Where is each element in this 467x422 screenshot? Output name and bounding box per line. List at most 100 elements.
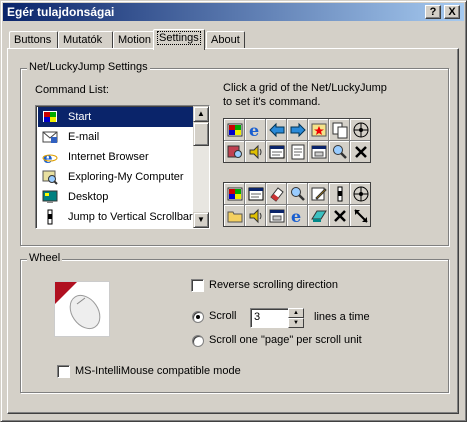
- ie-icon: e: [42, 149, 58, 167]
- spin-up-button[interactable]: ▲: [288, 308, 304, 318]
- list-item-start[interactable]: Start: [38, 107, 193, 127]
- tab-mutatok[interactable]: Mutatók: [58, 31, 113, 49]
- grid-cell[interactable]: [287, 119, 307, 140]
- grid-cell[interactable]: [245, 141, 265, 162]
- grid-cell[interactable]: [350, 183, 370, 204]
- grid-cell[interactable]: [329, 183, 349, 204]
- netluckyjump-group-title: Net/LuckyJump Settings: [27, 61, 150, 73]
- list-item-jump-scrollbar[interactable]: Jump to Vertical Scrollbar: [38, 207, 193, 227]
- list-item-desktop[interactable]: Desktop: [38, 187, 193, 207]
- reverse-scroll-label[interactable]: Reverse scrolling direction: [209, 279, 338, 291]
- grid-cell[interactable]: [245, 183, 265, 204]
- search-icon: [291, 187, 305, 201]
- grid-hint-line2: to set it's command.: [223, 96, 321, 108]
- email-icon: [42, 129, 58, 145]
- command-list-label: Command List:: [35, 84, 109, 96]
- tab-buttons-label: Buttons: [14, 34, 52, 46]
- edit-icon: [311, 187, 327, 201]
- scroll-thumb[interactable]: [193, 122, 209, 146]
- grid-cell[interactable]: [350, 205, 370, 226]
- move-icon: [353, 186, 369, 202]
- list-scrollbar[interactable]: ▲ ▼: [193, 106, 209, 228]
- tab-about[interactable]: About: [206, 31, 245, 49]
- list-item-exploring[interactable]: Exploring-My Computer: [38, 167, 193, 187]
- grid-cell[interactable]: [224, 119, 244, 140]
- grid-cell[interactable]: [287, 141, 307, 162]
- scroll-down-button[interactable]: ▼: [193, 212, 209, 228]
- start-icon: [227, 123, 243, 137]
- scroll-lines-label[interactable]: Scroll: [209, 310, 237, 322]
- grid-hint-line1: Click a grid of the Net/LuckyJump: [223, 82, 387, 94]
- scrollbar-icon: [42, 209, 58, 225]
- start-icon: [227, 187, 243, 201]
- grid-cell[interactable]: [308, 183, 328, 204]
- grid-cell[interactable]: [287, 183, 307, 204]
- sound-icon: [249, 144, 262, 160]
- scroll-lines-input[interactable]: 3: [250, 308, 290, 328]
- tab-buttons[interactable]: Buttons: [9, 31, 58, 49]
- grid-cell[interactable]: [308, 119, 328, 140]
- scrollbar-icon: [337, 186, 343, 202]
- tab-motion[interactable]: Motion: [113, 31, 158, 49]
- grid-cell[interactable]: [308, 205, 328, 226]
- list-item-internet-browser[interactable]: e Internet Browser: [38, 147, 193, 167]
- close-icon: [334, 210, 346, 222]
- grid-cell[interactable]: [308, 141, 328, 162]
- explorer-icon: [42, 169, 58, 185]
- explorer-icon: [227, 145, 242, 158]
- list-item-email[interactable]: E-mail: [38, 127, 193, 147]
- svg-text:e: e: [249, 121, 259, 139]
- tab-settings[interactable]: Settings: [153, 29, 205, 50]
- grid-cell[interactable]: [329, 205, 349, 226]
- lines-a-time-label: lines a time: [314, 311, 370, 323]
- list-item-label: Desktop: [68, 191, 109, 203]
- grid-cell[interactable]: [329, 141, 349, 162]
- grid-cell[interactable]: [266, 183, 286, 204]
- help-button[interactable]: ?: [425, 5, 441, 19]
- dialog-icon: [269, 209, 285, 223]
- forward-icon: [290, 122, 306, 138]
- grid-cell[interactable]: [224, 205, 244, 226]
- grid-cell[interactable]: [266, 205, 286, 226]
- list-item-label: E-mail: [68, 131, 100, 143]
- mouse-properties-window: Egér tulajdonságai ? X Buttons Mutatók M…: [0, 0, 467, 422]
- folder-icon: [227, 211, 243, 223]
- command-list[interactable]: Start E-mail e Internet Browser Explorin…: [35, 105, 210, 229]
- tab-about-label: About: [211, 34, 240, 46]
- grid-cell[interactable]: [245, 205, 265, 226]
- scroll-lines-radio[interactable]: [192, 311, 204, 323]
- grid-cell[interactable]: [329, 119, 349, 140]
- paste-icon: [311, 210, 327, 222]
- scroll-page-label[interactable]: Scroll one "page" per scroll unit: [209, 334, 362, 346]
- close-icon: [355, 146, 367, 158]
- mouse-image: [54, 281, 110, 337]
- luckyjump-grid-1[interactable]: e: [223, 118, 371, 163]
- grid-cell[interactable]: [224, 183, 244, 204]
- svg-text:e: e: [291, 207, 301, 225]
- intellimouse-label[interactable]: MS-IntelliMouse compatible mode: [75, 365, 241, 377]
- wheel-group-title: Wheel: [27, 252, 63, 264]
- grid-cell[interactable]: [224, 141, 244, 162]
- luckyjump-grid-2[interactable]: e: [223, 182, 371, 227]
- tab-motion-label: Motion: [118, 34, 152, 46]
- grid-cell[interactable]: e: [287, 205, 307, 226]
- move-icon: [353, 122, 369, 138]
- scroll-up-button[interactable]: ▲: [193, 106, 209, 122]
- title-bar[interactable]: Egér tulajdonságai ? X: [3, 3, 464, 21]
- copy-icon: [332, 122, 348, 139]
- intellimouse-checkbox[interactable]: [57, 365, 70, 378]
- grid-cell[interactable]: e: [245, 119, 265, 140]
- spin-down-button[interactable]: ▼: [288, 318, 304, 328]
- grid-cell[interactable]: [350, 119, 370, 140]
- grid-cell[interactable]: [266, 119, 286, 140]
- scroll-page-radio[interactable]: [192, 335, 204, 347]
- window-title: Egér tulajdonságai: [7, 5, 115, 19]
- grid-cell[interactable]: [350, 141, 370, 162]
- eraser-icon: [270, 187, 284, 202]
- tab-settings-label: Settings: [157, 31, 201, 45]
- reverse-scroll-checkbox[interactable]: [191, 279, 204, 292]
- close-button[interactable]: X: [444, 5, 460, 19]
- search-icon: [333, 145, 347, 159]
- list-item-label: Jump to Vertical Scrollbar: [68, 211, 193, 223]
- grid-cell[interactable]: [266, 141, 286, 162]
